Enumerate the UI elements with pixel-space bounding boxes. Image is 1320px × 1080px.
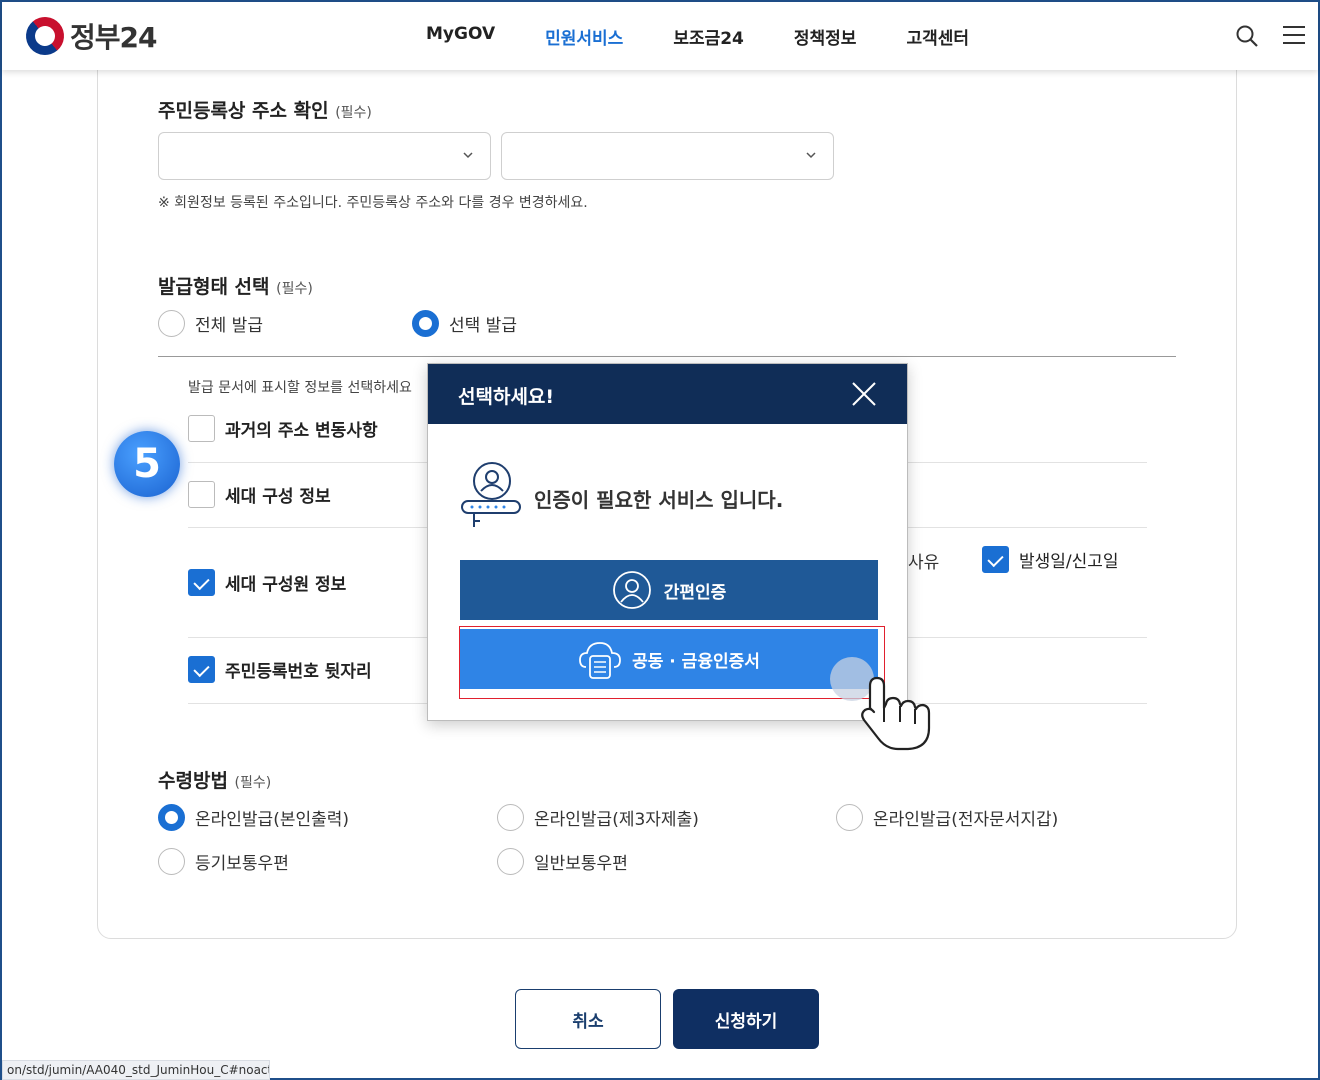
logo-text: 정부24 [70,21,157,54]
radio-circle [836,804,863,831]
radio-circle [497,848,524,875]
radio-circle [497,804,524,831]
address-select-1[interactable] [158,132,491,180]
checkbox-label: 발생일/신고일 [1019,552,1119,572]
checkbox-household-members[interactable]: 세대 구성원 정보 [188,569,346,596]
hand-pointer-icon [861,676,931,751]
radio-registered-mail[interactable]: 등기보통우편 [158,848,289,875]
radio-label: 등기보통우편 [195,854,289,874]
modal-message: 인증이 필요한 서비스 입니다. [534,488,784,512]
simple-auth-label: 간편인증 [663,582,727,603]
cancel-button[interactable]: 취소 [515,989,661,1049]
radio-circle [158,310,185,337]
nav-customer-center[interactable]: 고객센터 [906,24,969,49]
radio-online-third-party[interactable]: 온라인발급(제3자제출) [497,804,699,831]
radio-label: 온라인발급(본인출력) [195,810,350,830]
radio-label: 온라인발급(전자문서지갑) [873,810,1059,830]
modal-header: 선택하세요! [428,364,907,424]
address-section-title: 주민등록상 주소 확인 (필수) [158,96,372,123]
radio-circle-selected [158,804,185,831]
radio-online-self[interactable]: 온라인발급(본인출력) [158,804,349,831]
required-mark: (필수) [335,105,372,121]
modal-title: 선택하세요! [458,386,555,408]
checkbox-label: 세대 구성 정보 [225,487,331,507]
checkbox-occurrence-date[interactable]: 발생일/신고일 [982,546,1119,573]
search-icon[interactable] [1235,24,1259,48]
required-mark: (필수) [276,281,313,297]
checkbox-box-checked [982,546,1009,573]
radio-label: 전체 발급 [195,316,263,336]
site-header: 정부24 MyGOV 민원서비스 보조금24 정책정보 고객센터 [2,2,1318,70]
certificate-auth-label: 공동 · 금융인증서 [632,651,760,672]
checkbox-label: 세대 구성원 정보 [225,575,347,595]
nav-subsidy[interactable]: 보조금24 [673,24,744,49]
checkbox-label: 주민등록번호 뒷자리 [225,662,372,682]
radio-circle [158,848,185,875]
info-instruction: 발급 문서에 표시할 정보를 선택하세요 [188,380,412,396]
checkbox-box [188,481,215,508]
cloud-certificate-icon [579,642,622,679]
radio-label: 일반보통우편 [534,854,628,874]
chevron-down-icon [806,152,816,159]
radio-select-issue[interactable]: 선택 발급 [412,310,517,337]
step-number-badge: 5 [114,431,180,497]
checkbox-household-info[interactable]: 세대 구성 정보 [188,481,331,508]
hamburger-menu-icon[interactable] [1283,26,1305,46]
radio-regular-mail[interactable]: 일반보통우편 [497,848,628,875]
radio-circle-selected [412,310,439,337]
chevron-down-icon [463,152,473,159]
simple-auth-button[interactable]: 간편인증 [460,560,878,620]
checkbox-box-checked [188,656,215,683]
address-title-text: 주민등록상 주소 확인 [158,100,329,122]
receive-title-text: 수령방법 [158,770,228,792]
apply-button[interactable]: 신청하기 [673,989,819,1049]
certificate-auth-button[interactable]: 공동 · 금융인증서 [460,629,878,689]
nav-mygov[interactable]: MyGOV [426,24,495,49]
issue-type-title-text: 발급형태 선택 [158,276,270,298]
browser-status-url: on/std/jumin/AA040_std_JuminHou_C#noacti… [2,1060,270,1080]
checkbox-label: 과거의 주소 변동사항 [225,421,378,441]
address-note: ※ 회원정보 등록된 주소입니다. 주민등록상 주소와 다를 경우 변경하세요. [158,195,588,211]
radio-label: 온라인발급(제3자제출) [534,810,699,830]
taegeuk-logo-icon [18,9,72,63]
main-nav: MyGOV 민원서비스 보조금24 정책정보 고객센터 [426,24,1019,49]
nav-civil-service[interactable]: 민원서비스 [545,24,623,49]
checkbox-rrn-back[interactable]: 주민등록번호 뒷자리 [188,656,372,683]
user-circle-icon [612,571,651,609]
checkbox-past-address[interactable]: 과거의 주소 변동사항 [188,415,378,442]
checkbox-box [188,415,215,442]
nav-policy[interactable]: 정책정보 [794,24,857,49]
issue-type-title: 발급형태 선택 (필수) [158,272,313,299]
section-divider [158,356,1176,357]
address-select-2[interactable] [501,132,834,180]
close-icon[interactable] [851,381,877,407]
user-auth-key-icon [461,462,521,527]
required-mark: (필수) [234,775,272,791]
receive-method-title: 수령방법 (필수) [158,766,271,793]
radio-online-wallet[interactable]: 온라인발급(전자문서지갑) [836,804,1058,831]
radio-label: 선택 발급 [449,316,517,336]
checkbox-box-checked [188,569,215,596]
reason-label-partial: 사유 [908,553,940,573]
radio-full-issue[interactable]: 전체 발급 [158,310,263,337]
site-logo[interactable]: 정부24 [18,9,157,63]
